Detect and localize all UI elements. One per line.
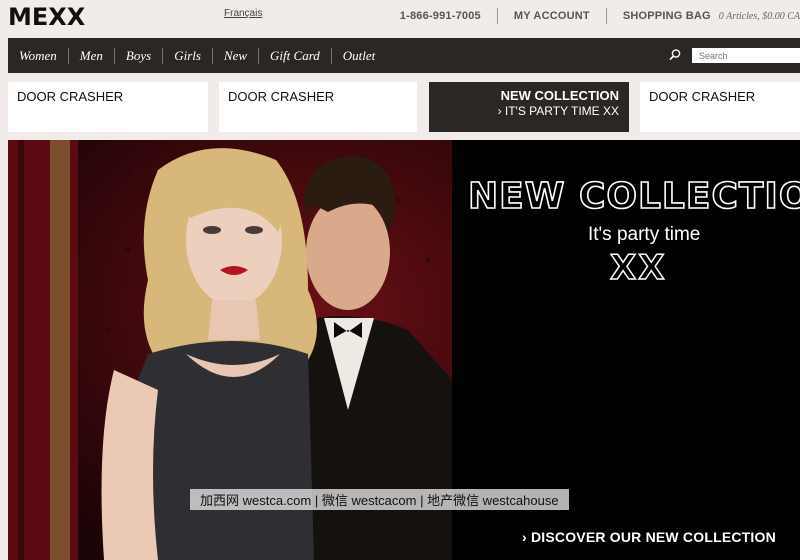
promo-tile-door-crasher[interactable]: DOOR CRASHER xyxy=(640,82,800,132)
mexx-logo[interactable]: MEXX xyxy=(8,3,85,31)
promo-label: DOOR CRASHER xyxy=(17,89,124,104)
hero-title: NEW COLLECTION xyxy=(467,175,800,218)
promo-tile-new-collection[interactable]: NEW COLLECTION › IT'S PARTY TIME XX xyxy=(429,82,629,132)
promo-label: DOOR CRASHER xyxy=(228,89,335,104)
nav-item-women[interactable]: Women xyxy=(8,48,68,64)
nav-item-new[interactable]: New xyxy=(213,48,258,64)
watermark-text: 加西网 westca.com | 微信 westcacom | 地产微信 wes… xyxy=(190,489,569,510)
promo-label: DOOR CRASHER xyxy=(649,89,756,104)
discover-collection-link[interactable]: › DISCOVER OUR NEW COLLECTION xyxy=(522,529,776,545)
promo-subtitle: › IT'S PARTY TIME XX xyxy=(497,104,619,118)
nav-item-boys[interactable]: Boys xyxy=(115,48,162,64)
my-account-link[interactable]: MY ACCOUNT xyxy=(498,10,606,22)
phone-number: 1-866-991-7005 xyxy=(399,10,481,22)
promo-tile-door-crasher[interactable]: DOOR CRASHER xyxy=(219,82,417,132)
top-utility-nav: 1-866-991-7005 MY ACCOUNT SHOPPING BAG 0… xyxy=(384,8,800,24)
language-link[interactable]: Français xyxy=(224,8,262,19)
promo-title: NEW COLLECTION xyxy=(500,88,619,103)
shopping-bag-link[interactable]: SHOPPING BAG xyxy=(607,10,717,22)
nav-item-gift-card[interactable]: Gift Card xyxy=(259,48,331,64)
hero-xx: XX xyxy=(609,247,667,289)
search-icon[interactable] xyxy=(668,48,682,62)
search-input[interactable] xyxy=(692,48,800,63)
promo-tile-door-crasher[interactable]: DOOR CRASHER xyxy=(8,82,208,132)
main-nav: Women Men Boys Girls New Gift Card Outle… xyxy=(8,38,800,73)
bag-summary: 0 Articles, $0.00 CA xyxy=(718,10,800,22)
nav-item-men[interactable]: Men xyxy=(69,48,114,64)
hero-banner[interactable]: NEW COLLECTION It's party time XX › DISC… xyxy=(8,140,800,560)
nav-item-girls[interactable]: Girls xyxy=(163,48,212,64)
nav-item-outlet[interactable]: Outlet xyxy=(332,48,387,64)
hero-subtitle: It's party time xyxy=(588,224,701,245)
